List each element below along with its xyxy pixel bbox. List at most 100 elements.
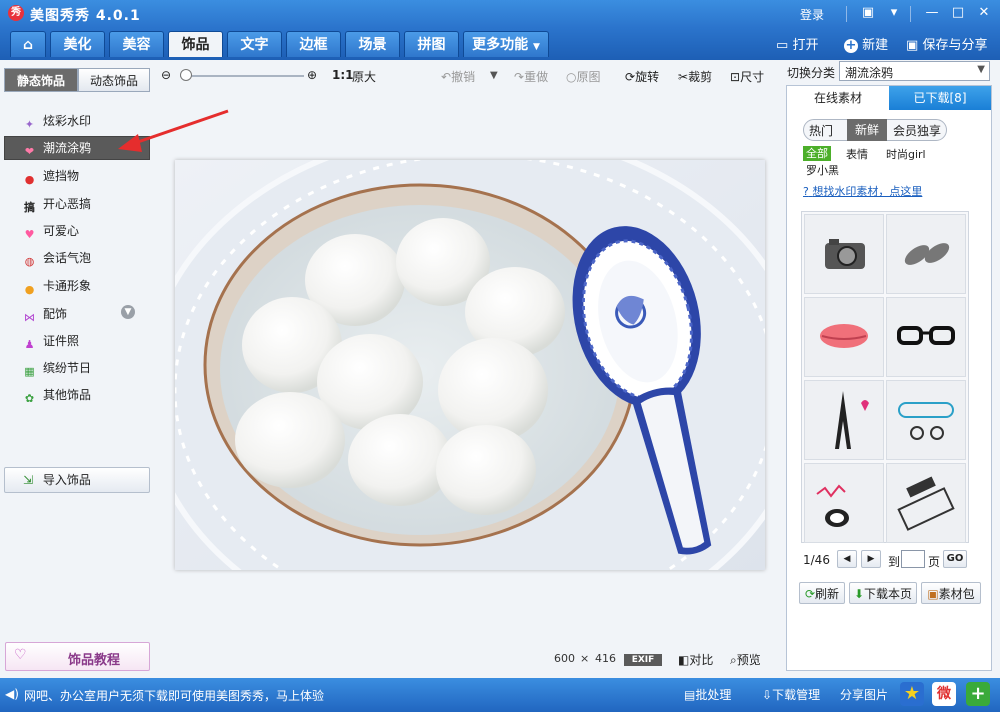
tag-emotion[interactable]: 表情 — [846, 146, 868, 162]
exif-badge[interactable]: EXIF — [624, 654, 662, 666]
tab-downloaded[interactable]: 已下载[8] — [889, 86, 991, 110]
import-accessory-button[interactable]: ⇲ 导入饰品 — [4, 467, 150, 493]
material-keyboard[interactable] — [886, 463, 966, 543]
tab-more-label: 更多功能 — [472, 37, 529, 53]
filter-vip[interactable]: 会员独享 — [893, 122, 941, 139]
login-link[interactable]: 登录 — [800, 6, 824, 23]
tab-online-material[interactable]: 在线素材 — [787, 86, 890, 110]
tag-fashion-girl[interactable]: 时尚girl — [886, 146, 926, 162]
crop-button[interactable]: ✂裁剪 — [678, 68, 712, 85]
prev-page-button[interactable]: ◀ — [837, 550, 857, 568]
refresh-icon: ⟳ — [804, 587, 816, 601]
close-icon[interactable]: ✕ — [974, 4, 994, 22]
share-image-button[interactable]: 分享图片 — [840, 686, 888, 703]
left-item-cartoon[interactable]: ● 卡通形象 — [22, 275, 91, 297]
material-pack-button[interactable]: ▣素材包 — [921, 582, 981, 604]
preview-button[interactable]: ⌕预览 — [730, 651, 761, 668]
tab-scene[interactable]: 场景 — [345, 31, 400, 57]
go-button[interactable]: GO — [943, 550, 967, 568]
zoom-in-icon[interactable]: ⊕ — [307, 68, 317, 82]
batch-button[interactable]: ▤批处理 — [684, 686, 731, 703]
left-item-decoration[interactable]: ⋈ 配饰 — [22, 303, 67, 325]
expand-chevron-icon[interactable]: ▼ — [121, 305, 135, 319]
chat-icon[interactable]: ▣ — [858, 4, 878, 22]
zoom-out-icon[interactable]: ⊖ — [161, 68, 171, 82]
left-item-graffiti[interactable]: ❤ 潮流涂鸦 — [22, 137, 91, 159]
redo-button[interactable]: ↷重做 — [514, 68, 548, 85]
tab-home[interactable]: ⌂ — [10, 31, 46, 57]
tab-more[interactable]: 更多功能 ▼ — [463, 31, 549, 57]
left-item-festival[interactable]: ▦ 缤纷节日 — [22, 357, 91, 379]
tab-beauty[interactable]: 美容 — [109, 31, 164, 57]
tab-text[interactable]: 文字 — [227, 31, 282, 57]
shoes-icon — [904, 243, 950, 265]
add-icon[interactable]: + — [966, 682, 990, 706]
compare-icon: ◧ — [678, 653, 690, 667]
status-message[interactable]: 网吧、办公室用户无须下载即可使用美图秀秀，马上体验 — [24, 687, 324, 704]
minimize-icon[interactable]: — — [922, 4, 942, 22]
tutorial-button[interactable]: ♡ 饰品教程 — [5, 642, 150, 671]
left-item-watermark[interactable]: ✦ 炫彩水印 — [22, 110, 91, 132]
tab-collage[interactable]: 拼图 — [404, 31, 459, 57]
weibo-icon[interactable]: 微 — [932, 682, 956, 706]
filter-new[interactable]: 新鲜 — [847, 119, 887, 141]
menu-icon[interactable]: ▾ — [884, 4, 904, 22]
left-item-id-photo[interactable]: ♟ 证件照 — [22, 330, 79, 352]
tag-luoxiaohei[interactable]: 罗小黑 — [806, 162, 839, 178]
category-select[interactable]: 潮流涂鸦 ▼ — [839, 61, 990, 81]
undo-dropdown-icon[interactable]: ▼ — [490, 70, 498, 81]
material-shoes[interactable] — [886, 214, 966, 294]
material-mouth[interactable] — [804, 463, 884, 543]
next-page-button[interactable]: ▶ — [861, 550, 881, 568]
chevron-right-icon: ▶ — [867, 554, 875, 564]
left-item-speech-bubble[interactable]: ◍ 会话气泡 — [22, 247, 91, 269]
material-glasses[interactable] — [886, 297, 966, 377]
left-item-funny[interactable]: 搞开心恶搞 — [22, 193, 91, 215]
left-item-label: 会话气泡 — [43, 251, 92, 265]
tab-accessories[interactable]: 饰品 — [168, 31, 223, 57]
tab-frame[interactable]: 边框 — [286, 31, 341, 57]
subtab-static[interactable]: 静态饰品 — [4, 68, 78, 92]
subtab-dynamic[interactable]: 动态饰品 — [78, 68, 150, 92]
filter-hot[interactable]: 热门 — [809, 122, 833, 139]
download-page-button[interactable]: ⬇下载本页 — [849, 582, 917, 604]
size-button[interactable]: ⊡尺寸 — [730, 68, 764, 85]
original-size-button[interactable]: 原大 — [352, 68, 376, 85]
photo-canvas[interactable] — [175, 160, 765, 570]
watermark-link[interactable]: ? 想找水印素材，点这里 — [803, 183, 922, 199]
left-item-cute-heart[interactable]: ♥ 可爱心 — [22, 220, 79, 242]
favorite-star-icon[interactable]: ★ — [900, 682, 924, 706]
tab-beautify[interactable]: 美化 — [50, 31, 105, 57]
divider — [910, 6, 911, 22]
tangyuan-photo — [175, 160, 765, 570]
page-input[interactable] — [901, 550, 925, 568]
cartoon-icon: ● — [24, 283, 35, 296]
rotate-button[interactable]: ⟳旋转 — [625, 68, 659, 85]
goto-label: 到 — [888, 555, 901, 569]
left-item-other[interactable]: ✿ 其他饰品 — [22, 384, 91, 406]
download-manage-button[interactable]: ⇩下载管理 — [762, 686, 820, 703]
tag-all[interactable]: 全部 — [803, 146, 831, 161]
download-icon: ⬇ — [853, 587, 865, 601]
right-panel: 在线素材 已下载[8] 热门 新鲜 会员独享 全部 表情 时尚girl 罗小黑 … — [786, 85, 992, 671]
speaker-icon: ◀) — [5, 687, 19, 701]
save-share-button[interactable]: ▣ 保存与分享 — [906, 34, 987, 53]
undo-button[interactable]: ↶撤销 — [441, 68, 475, 85]
material-music[interactable] — [886, 380, 966, 460]
original-icon: ○ — [566, 70, 577, 84]
zoom-slider-track[interactable] — [180, 75, 304, 77]
new-button[interactable]: + 新建 — [844, 34, 888, 53]
open-button[interactable]: ▭ 打开 — [776, 34, 818, 53]
material-camera[interactable] — [804, 214, 884, 294]
ratio-label[interactable]: 1:1 — [332, 68, 354, 82]
left-item-cover[interactable]: ● 遮挡物 — [22, 165, 79, 187]
compare-button[interactable]: ◧对比 — [678, 651, 713, 668]
zoom-slider-handle[interactable] — [180, 69, 192, 81]
original-button[interactable]: ○原图 — [566, 68, 601, 85]
refresh-button[interactable]: ⟳刷新 — [799, 582, 845, 604]
chevron-down-icon: ▼ — [532, 42, 540, 52]
material-eiffel-tower[interactable] — [804, 380, 884, 460]
material-lips[interactable] — [804, 297, 884, 377]
left-item-label: 卡通形象 — [43, 279, 92, 293]
maximize-icon[interactable]: □ — [948, 4, 968, 22]
